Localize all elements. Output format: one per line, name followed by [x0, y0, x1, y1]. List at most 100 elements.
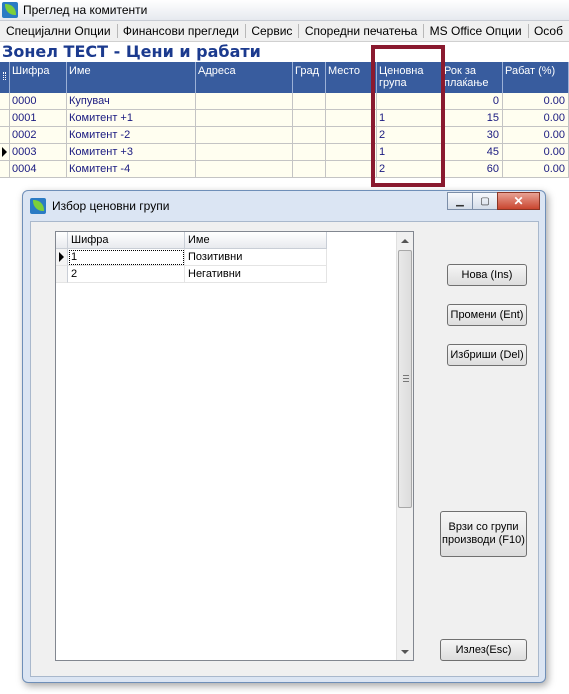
column-header-grad[interactable]: Град	[293, 62, 326, 93]
current-row-indicator	[0, 144, 10, 160]
cell-grad[interactable]	[293, 161, 326, 177]
row-indicator	[0, 161, 10, 177]
cell-rabat[interactable]: 0.00	[503, 144, 569, 160]
cell-mesto[interactable]	[326, 144, 377, 160]
cell-adresa[interactable]	[196, 127, 293, 143]
delete-button[interactable]: Избриши (Del)	[447, 344, 527, 366]
edit-button[interactable]: Промени (Ent)	[447, 304, 527, 326]
table-row[interactable]: 0001 Комитент +1 1 15 0.00	[0, 110, 569, 127]
row-indicator	[0, 93, 10, 109]
maximize-button[interactable]: ▢	[472, 192, 498, 210]
column-header-cenovna-grupa[interactable]: Ценовна група	[377, 62, 442, 93]
column-header-sifra[interactable]: Шифра	[10, 62, 67, 93]
minimize-button[interactable]: ▁	[447, 192, 473, 210]
current-row-indicator	[56, 249, 68, 266]
cell-sifra[interactable]: 0001	[10, 110, 67, 126]
cell-rok[interactable]: 0	[442, 93, 503, 109]
cell-sifra[interactable]: 1	[68, 249, 185, 266]
grid-header: Шифра Име Адреса Град Место Ценовна груп…	[0, 62, 569, 93]
dialog-client-area: Шифра Име 1 Позитивни 2 Негативни Нова (…	[30, 221, 539, 677]
cell-cenovna-grupa[interactable]: 2	[377, 127, 442, 143]
list-item[interactable]: 2 Негативни	[56, 266, 327, 283]
grid-column-chooser[interactable]	[0, 62, 10, 93]
cell-sifra[interactable]: 0004	[10, 161, 67, 177]
cell-mesto[interactable]	[326, 127, 377, 143]
menu-more[interactable]: Особ	[528, 24, 569, 38]
column-header-ime[interactable]: Име	[185, 232, 327, 249]
cell-ime[interactable]: Комитент -2	[67, 127, 196, 143]
menu-side-prints[interactable]: Споредни печатења	[299, 24, 423, 38]
cell-rok[interactable]: 60	[442, 161, 503, 177]
cell-ime[interactable]: Позитивни	[185, 249, 327, 266]
column-header-mesto[interactable]: Место	[326, 62, 377, 93]
cell-rok[interactable]: 30	[442, 127, 503, 143]
grid-body: 0000 Купувач 0 0.00 0001 Комитент +1 1 1…	[0, 93, 569, 178]
scroll-up-button[interactable]	[397, 232, 413, 249]
cell-rok[interactable]: 15	[442, 110, 503, 126]
window-buttons: ▁ ▢ ✕	[447, 192, 540, 210]
menu-financial-reports[interactable]: Финансови прегледи	[117, 24, 245, 38]
menu-bar: Специјални Опции Финансови прегледи Серв…	[0, 21, 569, 42]
close-button[interactable]: ✕	[497, 192, 540, 210]
cell-cenovna-grupa[interactable]: 1	[377, 144, 442, 160]
cell-sifra[interactable]: 0003	[10, 144, 67, 160]
main-window-title: Преглед на комитенти	[23, 3, 148, 17]
cell-cenovna-grupa[interactable]: 2	[377, 161, 442, 177]
row-indicator	[0, 110, 10, 126]
row-pointer-icon	[59, 252, 64, 262]
main-title-bar: Преглед на комитенти	[0, 0, 569, 21]
cell-adresa[interactable]	[196, 110, 293, 126]
column-header-ime[interactable]: Име	[67, 62, 196, 93]
exit-button[interactable]: Излез(Esc)	[440, 639, 527, 661]
cell-sifra[interactable]: 2	[68, 266, 185, 283]
cell-cenovna-grupa[interactable]	[377, 93, 442, 109]
cell-rabat[interactable]: 0.00	[503, 127, 569, 143]
cell-mesto[interactable]	[326, 110, 377, 126]
menu-special-options[interactable]: Специјални Опции	[0, 24, 117, 38]
cell-grad[interactable]	[293, 127, 326, 143]
table-row[interactable]: 0002 Комитент -2 2 30 0.00	[0, 127, 569, 144]
cell-ime[interactable]: Негативни	[185, 266, 327, 283]
cell-sifra[interactable]: 0000	[10, 93, 67, 109]
cell-adresa[interactable]	[196, 161, 293, 177]
arrow-down-icon	[401, 649, 409, 654]
scroll-down-button[interactable]	[397, 643, 413, 660]
cell-ime[interactable]: Купувач	[67, 93, 196, 109]
cell-adresa[interactable]	[196, 93, 293, 109]
groups-grid-header: Шифра Име	[56, 232, 327, 249]
column-header-rok[interactable]: Рок за плаќање	[442, 62, 503, 93]
report-title: Зонел ТЕСТ - Цени и рабати	[2, 42, 261, 61]
cell-mesto[interactable]	[326, 161, 377, 177]
link-product-groups-button[interactable]: Врзи со групи производи (F10)	[440, 511, 527, 557]
cell-rabat[interactable]: 0.00	[503, 161, 569, 177]
scrollbar-thumb[interactable]	[398, 250, 412, 508]
cell-ime[interactable]: Комитент +3	[67, 144, 196, 160]
dialog-title-bar[interactable]: Избор ценовни групи ▁ ▢ ✕	[23, 191, 545, 221]
column-header-sifra[interactable]: Шифра	[68, 232, 185, 249]
table-row-current[interactable]: 0003 Комитент +3 1 45 0.00	[0, 144, 569, 161]
cell-grad[interactable]	[293, 144, 326, 160]
price-groups-grid: Шифра Име 1 Позитивни 2 Негативни	[55, 231, 414, 661]
cell-grad[interactable]	[293, 93, 326, 109]
cell-sifra[interactable]: 0002	[10, 127, 67, 143]
vertical-scrollbar[interactable]	[396, 232, 413, 660]
menu-ms-office-options[interactable]: MS Office Опции	[424, 24, 528, 38]
list-item-current[interactable]: 1 Позитивни	[56, 249, 327, 266]
table-row[interactable]: 0004 Комитент -4 2 60 0.00	[0, 161, 569, 178]
column-header-rabat[interactable]: Рабат (%)	[503, 62, 569, 93]
cell-ime[interactable]: Комитент -4	[67, 161, 196, 177]
cell-rabat[interactable]: 0.00	[503, 93, 569, 109]
cell-rok[interactable]: 45	[442, 144, 503, 160]
price-group-dialog: Избор ценовни групи ▁ ▢ ✕ Шифра Име 1 По…	[22, 190, 546, 683]
cell-cenovna-grupa[interactable]: 1	[377, 110, 442, 126]
column-header-adresa[interactable]: Адреса	[196, 62, 293, 93]
table-row[interactable]: 0000 Купувач 0 0.00	[0, 93, 569, 110]
cell-adresa[interactable]	[196, 144, 293, 160]
cell-grad[interactable]	[293, 110, 326, 126]
cell-mesto[interactable]	[326, 93, 377, 109]
grip-icon	[403, 375, 409, 382]
menu-service[interactable]: Сервис	[245, 24, 298, 38]
cell-ime[interactable]: Комитент +1	[67, 110, 196, 126]
new-button[interactable]: Нова (Ins)	[447, 264, 527, 286]
cell-rabat[interactable]: 0.00	[503, 110, 569, 126]
